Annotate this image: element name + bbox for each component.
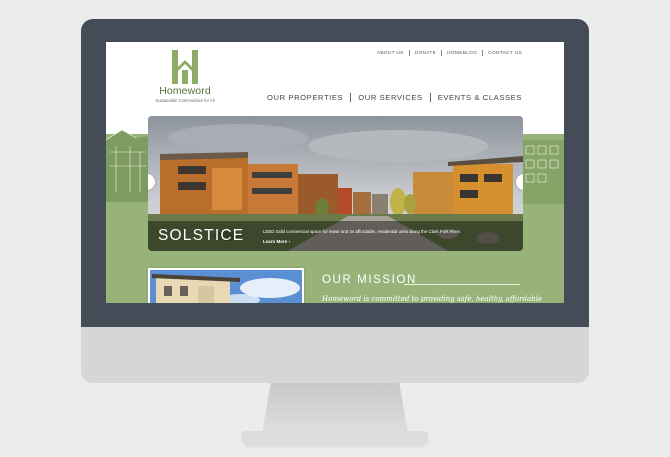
- slide-title: SOLSTICE: [158, 227, 245, 244]
- building-sketch-left: [106, 129, 150, 202]
- house-h-logo-icon: [172, 50, 198, 84]
- nav-divider: [429, 93, 431, 102]
- mission-text: Homeword is committed to providing safe,…: [322, 295, 542, 303]
- website-screen: Homeword Sustainable Communities for All…: [106, 42, 564, 303]
- nav-events-classes[interactable]: EVENTS & CLASSES: [438, 93, 522, 102]
- nav-divider: [482, 50, 484, 56]
- logo-name: Homeword: [159, 85, 211, 97]
- monitor-stand-neck: [262, 383, 408, 433]
- nav-divider: [350, 93, 352, 102]
- site-logo[interactable]: Homeword Sustainable Communities for All: [146, 50, 224, 103]
- nav-our-properties[interactable]: OUR PROPERTIES: [267, 93, 343, 102]
- util-link-homeblog[interactable]: HOMEBLOG: [447, 51, 477, 56]
- slide-learn-more-link[interactable]: Learn More ›: [263, 239, 290, 244]
- nav-divider: [408, 50, 410, 56]
- utility-nav: ABOUT US DONATE HOMEBLOG CONTACT US: [377, 50, 522, 56]
- logo-tagline: Sustainable Communities for All: [155, 98, 215, 103]
- slide-description: LEED Gold commercial space for lease and…: [263, 229, 462, 234]
- main-nav: OUR PROPERTIES OUR SERVICES EVENTS & CLA…: [267, 93, 522, 102]
- hero-slider[interactable]: SOLSTICE LEED Gold commercial space for …: [148, 116, 523, 251]
- nav-divider: [441, 50, 443, 56]
- nav-our-services[interactable]: OUR SERVICES: [358, 93, 422, 102]
- util-link-contact-us[interactable]: CONTACT US: [488, 51, 522, 56]
- monitor-chin: [81, 327, 589, 383]
- monitor-stand-base: [242, 431, 428, 445]
- mission-heading: OUR MISSION: [322, 274, 417, 286]
- util-link-donate[interactable]: DONATE: [415, 51, 436, 56]
- mission-divider: [404, 284, 520, 285]
- util-link-about-us[interactable]: ABOUT US: [377, 51, 404, 56]
- mission-thumbnail-image: [148, 268, 304, 303]
- building-sketch-right: [522, 140, 564, 204]
